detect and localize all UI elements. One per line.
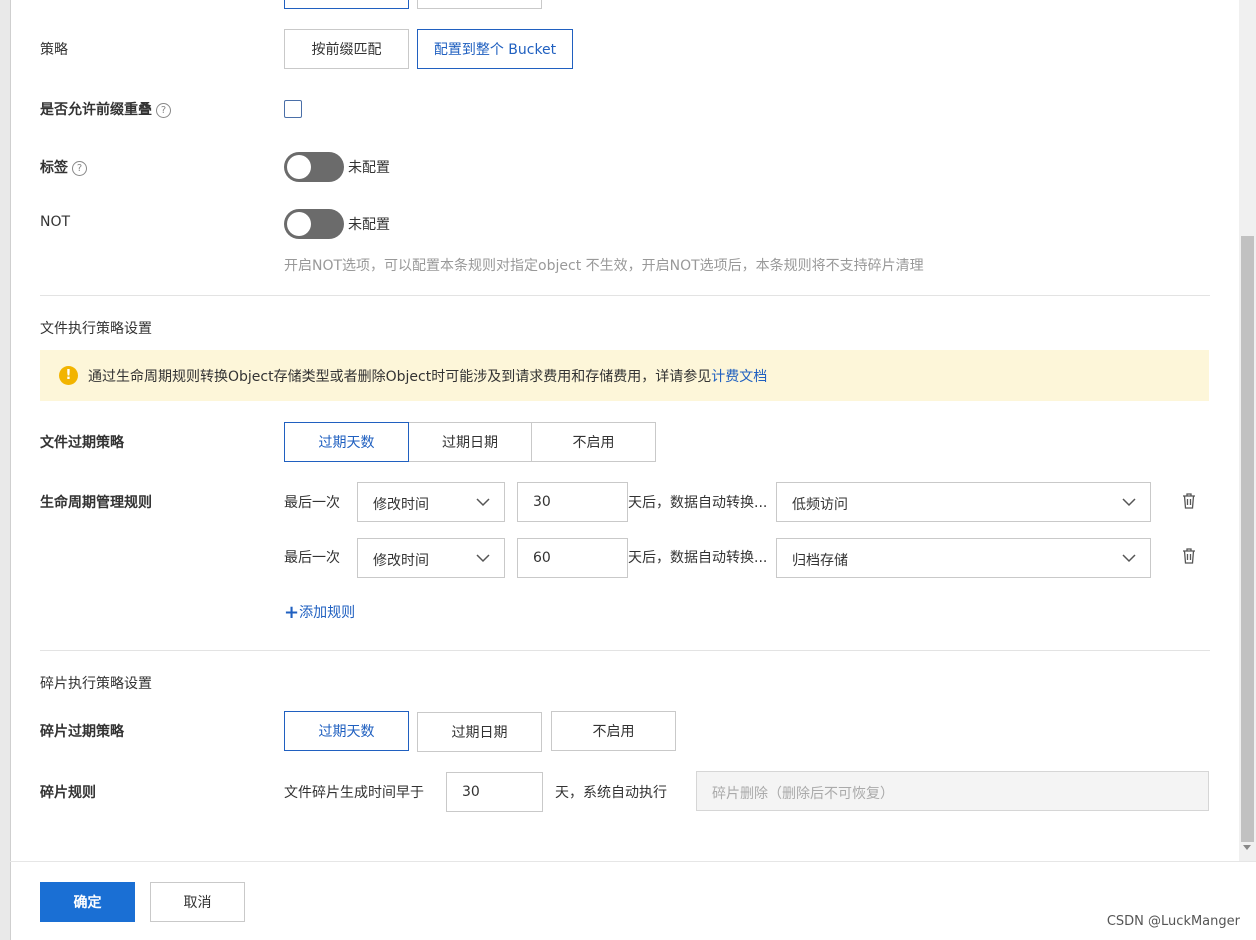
strategy-whole-bucket-button[interactable]: 配置到整个 Bucket [417, 29, 573, 69]
not-toggle[interactable] [284, 209, 344, 239]
billing-doc-link[interactable]: 计费文档 [711, 369, 767, 385]
help-circle-icon[interactable]: ? [156, 103, 171, 118]
rule-target-storage-select[interactable]: 低频访问 [776, 482, 1151, 522]
prefix-overlap-label: 是否允许前缀重叠? [40, 99, 171, 119]
fragment-expire-days-option[interactable]: 过期天数 [284, 711, 409, 751]
footer-divider [10, 861, 1256, 862]
fragment-action-placeholder: 碎片删除（删除后不可恢复） [712, 786, 894, 802]
not-hint: 开启NOT选项，可以配置本条规则对指定object 不生效，开启NOT选项后，本… [284, 258, 924, 274]
watermark: CSDN @LuckManger [1106, 914, 1240, 929]
rule-middle-text: 天后，数据自动转换... [628, 550, 768, 566]
file-section-title: 文件执行策略设置 [40, 321, 152, 337]
rule-time-field-value: 修改时间 [373, 553, 429, 569]
rule-prefix-text: 最后一次 [284, 550, 340, 566]
fragment-rule-label: 碎片规则 [40, 785, 96, 801]
fragment-expire-label: 碎片过期策略 [40, 724, 124, 740]
fragment-rule-prefix: 文件碎片生成时间早于 [284, 785, 424, 801]
fragment-expire-disabled-option[interactable]: 不启用 [551, 711, 676, 751]
chevron-down-icon [476, 498, 490, 507]
divider [40, 295, 1210, 296]
rule-time-field-value: 修改时间 [373, 497, 429, 513]
vertical-scrollbar[interactable] [1239, 0, 1256, 861]
fragment-section-title: 碎片执行策略设置 [40, 676, 152, 692]
cancel-button[interactable]: 取消 [150, 882, 245, 922]
notice-text-line: 通过生命周期规则转换Object存储类型或者删除Object时可能涉及到请求费用… [88, 366, 767, 386]
scrollbar-thumb[interactable] [1241, 236, 1254, 842]
not-label: NOT [40, 214, 71, 230]
rule-days-value: 60 [533, 550, 551, 566]
rule-middle-text: 天后，数据自动转换... [628, 495, 768, 511]
rule-days-value: 30 [533, 494, 551, 510]
billing-notice: ! 通过生命周期规则转换Object存储类型或者删除Object时可能涉及到请求… [40, 350, 1209, 401]
trash-icon[interactable] [1182, 548, 1196, 564]
rule-target-storage-value: 低频访问 [792, 497, 848, 513]
add-rule-label: 添加规则 [299, 605, 356, 621]
rule-days-input[interactable]: 30 [517, 482, 628, 522]
rule-prefix-text: 最后一次 [284, 495, 340, 511]
tags-toggle[interactable] [284, 152, 344, 182]
chevron-down-icon [1122, 498, 1136, 507]
tags-label: 标签? [40, 157, 87, 177]
fragment-days-value: 30 [462, 784, 480, 800]
file-expire-disabled-option[interactable]: 不启用 [531, 422, 656, 462]
add-rule-button[interactable]: +添加规则 [284, 602, 355, 623]
not-toggle-text: 未配置 [348, 217, 390, 233]
rule-target-storage-select[interactable]: 归档存储 [776, 538, 1151, 578]
prefix-overlap-label-text: 是否允许前缀重叠 [40, 102, 152, 118]
tags-toggle-text: 未配置 [348, 160, 390, 176]
background-window-edge [0, 0, 11, 940]
scope-option-partial-2[interactable] [417, 0, 542, 9]
scope-option-partial-1[interactable] [284, 0, 409, 9]
notice-text: 通过生命周期规则转换Object存储类型或者删除Object时可能涉及到请求费用… [88, 369, 712, 385]
chevron-down-icon [1122, 554, 1136, 563]
rule-time-field-select[interactable]: 修改时间 [357, 482, 505, 522]
toggle-knob [287, 212, 311, 236]
file-expire-segmented: 过期天数 过期日期 不启用 [284, 422, 656, 462]
rule-time-field-select[interactable]: 修改时间 [357, 538, 505, 578]
fragment-action-field: 碎片删除（删除后不可恢复） [696, 771, 1209, 811]
scroll-down-arrow-icon[interactable] [1243, 845, 1251, 850]
fragment-days-input[interactable]: 30 [446, 772, 543, 812]
trash-icon[interactable] [1182, 493, 1196, 509]
tags-label-text: 标签 [40, 160, 68, 176]
lifecycle-rules-label: 生命周期管理规则 [40, 495, 152, 511]
prefix-overlap-checkbox[interactable] [284, 100, 302, 118]
chevron-down-icon [476, 554, 490, 563]
strategy-prefix-button[interactable]: 按前缀匹配 [284, 29, 409, 69]
divider [40, 650, 1210, 651]
fragment-rule-suffix: 天，系统自动执行 [555, 785, 667, 801]
strategy-label: 策略 [40, 42, 68, 58]
rule-target-storage-value: 归档存储 [792, 553, 848, 569]
toggle-knob [287, 155, 311, 179]
file-expire-label: 文件过期策略 [40, 435, 124, 451]
warning-icon: ! [59, 366, 78, 385]
fragment-expire-date-option[interactable]: 过期日期 [417, 712, 542, 752]
confirm-button[interactable]: 确定 [40, 882, 135, 922]
file-expire-date-option[interactable]: 过期日期 [408, 422, 532, 462]
help-circle-icon[interactable]: ? [72, 161, 87, 176]
rule-days-input[interactable]: 60 [517, 538, 628, 578]
file-expire-days-option[interactable]: 过期天数 [284, 422, 409, 462]
plus-icon: + [284, 602, 300, 623]
